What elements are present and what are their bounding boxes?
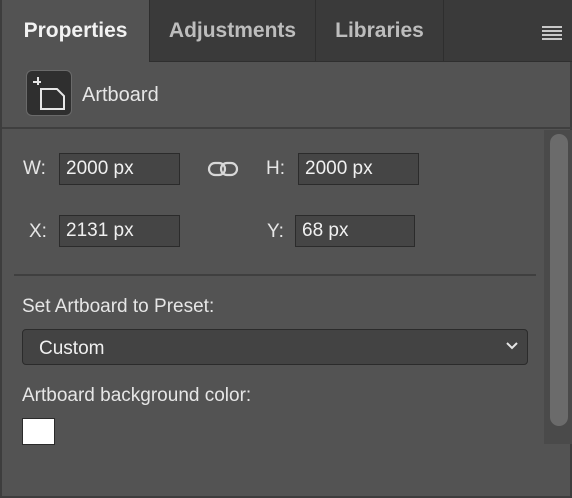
width-label: W: bbox=[23, 158, 46, 179]
x-field[interactable] bbox=[59, 215, 180, 247]
y-label: Y: bbox=[267, 221, 284, 242]
preset-value: Custom bbox=[39, 338, 105, 359]
background-color-swatch[interactable] bbox=[22, 418, 55, 445]
scrollbar-thumb[interactable] bbox=[550, 134, 568, 426]
artboard-label: Artboard bbox=[82, 84, 159, 106]
hamburger-icon[interactable] bbox=[542, 26, 562, 40]
properties-header: Artboard bbox=[2, 62, 572, 129]
height-field[interactable] bbox=[298, 153, 419, 185]
x-label: X: bbox=[29, 221, 47, 242]
width-field[interactable] bbox=[59, 153, 180, 185]
preset-label: Set Artboard to Preset: bbox=[22, 296, 215, 317]
tab-libraries[interactable]: Libraries bbox=[316, 0, 444, 61]
preset-dropdown[interactable]: Custom bbox=[22, 329, 528, 365]
properties-panel: Properties Adjustments Libraries Artboar… bbox=[0, 0, 572, 498]
height-label: H: bbox=[266, 158, 285, 179]
artboard-icon bbox=[26, 70, 72, 116]
y-field[interactable] bbox=[295, 215, 415, 247]
tab-adjustments[interactable]: Adjustments bbox=[150, 0, 316, 61]
tab-properties[interactable]: Properties bbox=[2, 0, 150, 62]
chevron-down-icon bbox=[506, 342, 518, 350]
background-color-label: Artboard background color: bbox=[22, 385, 252, 406]
section-divider bbox=[14, 274, 536, 276]
chain-link-icon[interactable] bbox=[207, 159, 239, 179]
tab-bar: Properties Adjustments Libraries bbox=[2, 0, 572, 62]
